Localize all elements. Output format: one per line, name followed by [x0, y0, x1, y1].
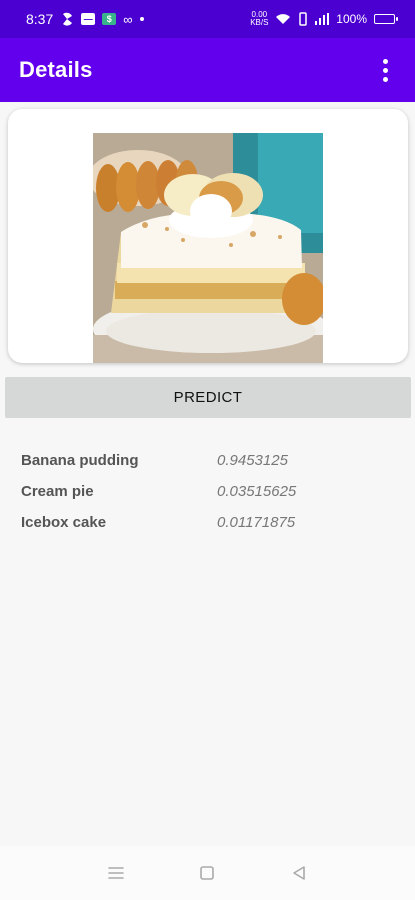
predict-button[interactable]: PREDICT [5, 377, 411, 418]
prediction-label: Icebox cake [21, 514, 107, 531]
menu-icon[interactable] [101, 858, 131, 888]
prediction-row: Cream pie 0.03515625 [21, 476, 401, 507]
app-bar: Details [0, 38, 415, 102]
app-notification-icon: $ [102, 13, 117, 25]
status-time: 8:37 [26, 11, 54, 27]
fan-icon [60, 12, 74, 26]
prediction-row: Banana pudding 0.9453125 [21, 445, 401, 476]
battery-icon [374, 14, 398, 24]
prediction-score: 0.01171875 [217, 514, 296, 531]
image-card [8, 109, 408, 363]
system-navigation-bar [0, 846, 415, 900]
status-bar: 8:37 — $ ∞ 0.00 KB/S 100% [0, 0, 415, 38]
prediction-row: Icebox cake 0.01171875 [21, 507, 401, 538]
prediction-label: Cream pie [21, 483, 94, 500]
prediction-label: Banana pudding [21, 452, 139, 469]
more-vert-icon[interactable] [373, 54, 397, 86]
battery-percent: 100% [336, 12, 367, 26]
more-notifications-dot [139, 17, 144, 21]
home-square-icon[interactable] [192, 858, 222, 888]
status-left: 8:37 — $ ∞ [26, 11, 144, 27]
status-right: 0.00 KB/S 100% [250, 10, 398, 27]
back-triangle-icon[interactable] [284, 858, 314, 888]
page-title: Details [19, 57, 93, 82]
glasses-icon: ∞ [123, 11, 133, 27]
wifi-icon [275, 13, 291, 25]
prediction-score: 0.9453125 [217, 452, 288, 469]
notification-icon: — [81, 13, 96, 25]
prediction-score: 0.03515625 [217, 483, 297, 500]
network-speed: 0.00 KB/S [250, 10, 269, 27]
vibrate-icon [298, 12, 308, 26]
signal-icon [315, 13, 330, 25]
food-photo [93, 133, 323, 363]
prediction-results: Banana pudding 0.9453125 Cream pie 0.035… [21, 445, 401, 538]
